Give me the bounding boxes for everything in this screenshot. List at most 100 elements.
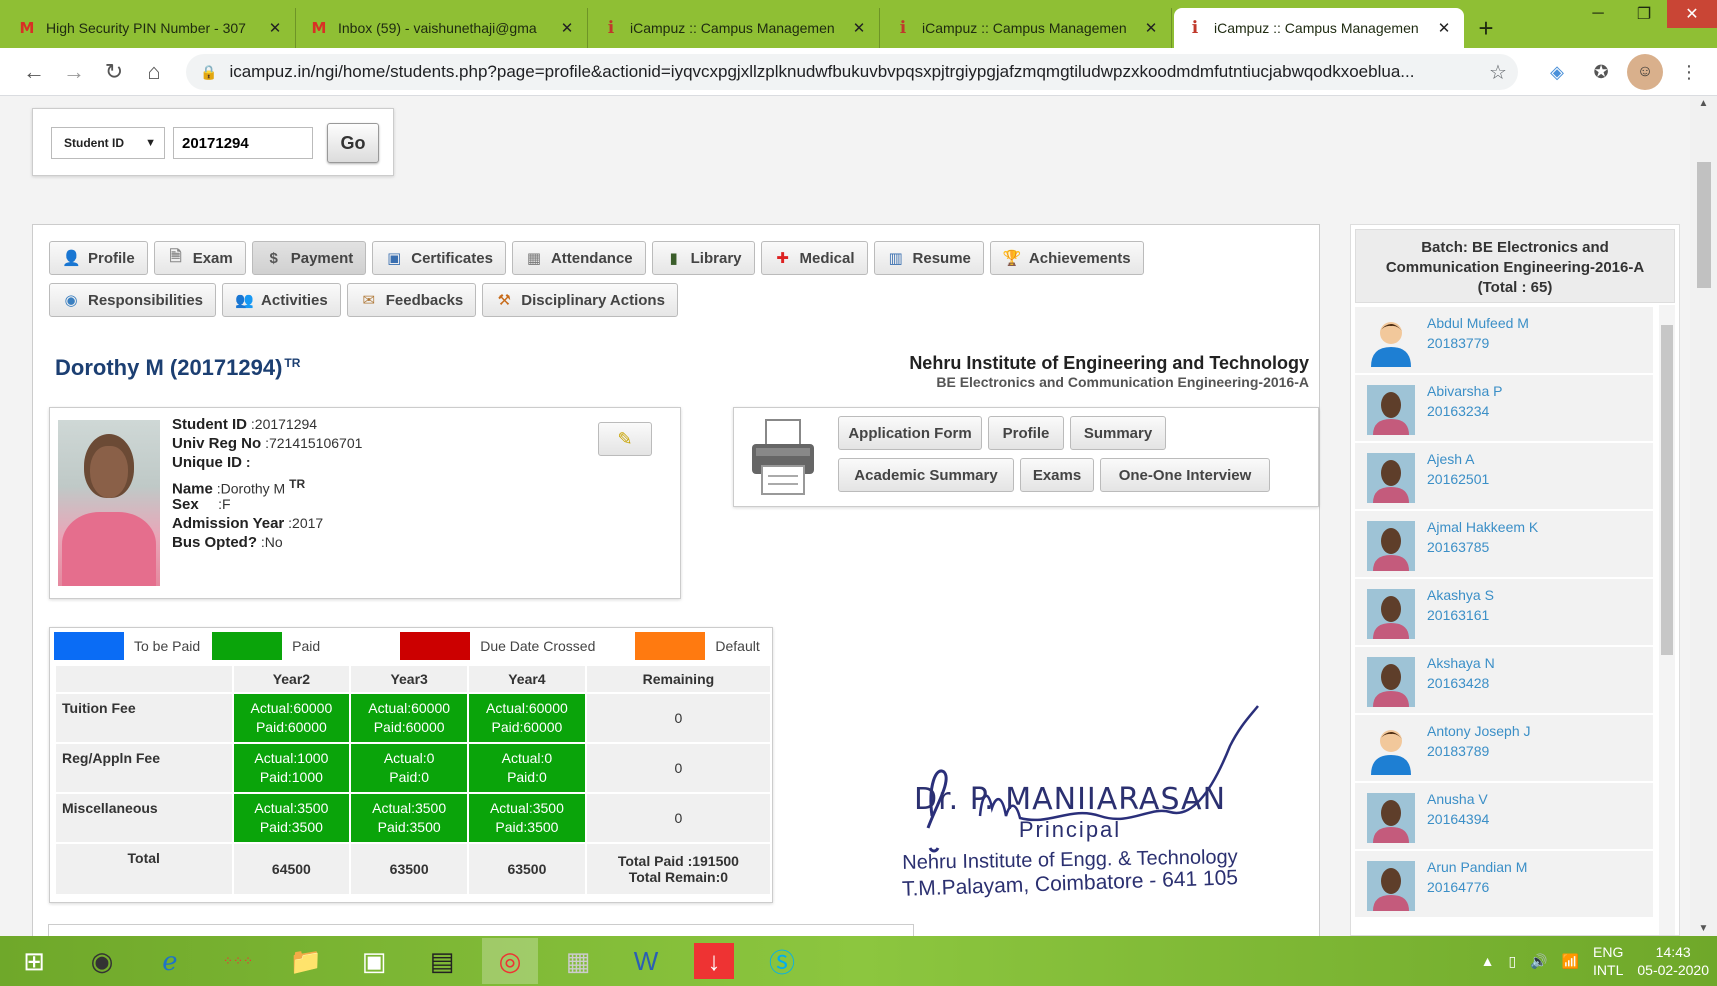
- browser-tab[interactable]: ℹ iCampuz :: Campus Managemen ✕: [590, 8, 880, 48]
- nav-responsibilities-button[interactable]: ◉ Responsibilities: [49, 283, 217, 317]
- print-profile-button[interactable]: Profile: [988, 416, 1064, 450]
- page-scrollbar[interactable]: ▲ ▼: [1690, 96, 1717, 936]
- student-id-link[interactable]: 20163234: [1427, 403, 1489, 419]
- list-item[interactable]: Abdul Mufeed M 20183779: [1355, 307, 1653, 375]
- word-icon[interactable]: W: [618, 938, 674, 984]
- medical-icon: ✚: [776, 250, 789, 267]
- scroll-thumb[interactable]: [1661, 325, 1673, 655]
- list-item[interactable]: Anusha V 20164394: [1355, 783, 1653, 851]
- student-id-link[interactable]: 20162501: [1427, 471, 1489, 487]
- scroll-up-icon[interactable]: ▲: [1690, 98, 1717, 109]
- windows-start-icon[interactable]: ⊞: [6, 938, 62, 984]
- back-arrow-icon[interactable]: ←: [14, 52, 54, 92]
- nav-activities-button[interactable]: 👥 Activities: [222, 283, 341, 317]
- list-item[interactable]: Ajesh A 20162501: [1355, 443, 1653, 511]
- list-item[interactable]: Abivarsha P 20163234: [1355, 375, 1653, 443]
- list-item[interactable]: Antony Joseph J 20183789: [1355, 715, 1653, 783]
- close-icon[interactable]: ✕: [1436, 19, 1452, 37]
- bookmark-star-icon[interactable]: ☆: [1478, 60, 1518, 85]
- nav-achievements-button[interactable]: 🏆 Achievements: [989, 241, 1144, 275]
- tray-expand-icon[interactable]: ▲: [1481, 953, 1495, 969]
- control-panel-icon[interactable]: ▤: [414, 938, 470, 984]
- nav-disciplinary-actions-button[interactable]: ⚒ Disciplinary Actions: [482, 283, 678, 317]
- store-icon[interactable]: ▣: [346, 938, 402, 984]
- nav-feedbacks-button[interactable]: ✉ Feedbacks: [346, 283, 477, 317]
- nav-library-button[interactable]: ▮ Library: [651, 241, 755, 275]
- internet-explorer-icon[interactable]: ℯ: [142, 938, 198, 984]
- application-form-button[interactable]: Application Form: [838, 416, 982, 450]
- summary-button[interactable]: Summary: [1070, 416, 1166, 450]
- student-name-link[interactable]: Anusha V: [1427, 791, 1488, 807]
- address-bar[interactable]: 🔒 icampuz.in/ngi/home/students.php?page=…: [186, 54, 1518, 90]
- new-tab-button[interactable]: +: [1466, 8, 1506, 48]
- calculator-icon[interactable]: ▦: [550, 938, 606, 984]
- browser-tab[interactable]: M High Security PIN Number - 307 ✕: [6, 8, 296, 48]
- nav-resume-button[interactable]: ▥ Resume: [873, 241, 984, 275]
- list-scrollbar[interactable]: [1659, 305, 1675, 935]
- student-name-link[interactable]: Akashya S: [1427, 587, 1494, 603]
- student-id-link[interactable]: 20163161: [1427, 607, 1489, 623]
- academic-summary-button[interactable]: Academic Summary: [838, 458, 1014, 492]
- close-icon[interactable]: ✕: [267, 19, 283, 37]
- student-id-link[interactable]: 20183789: [1427, 743, 1489, 759]
- student-name-link[interactable]: Ajesh A: [1427, 451, 1474, 467]
- go-button[interactable]: Go: [327, 123, 379, 163]
- one-one-interview-button[interactable]: One-One Interview: [1100, 458, 1270, 492]
- id-type-select[interactable]: Student ID ▼: [51, 127, 165, 159]
- menu-icon[interactable]: ⋮: [1671, 54, 1707, 90]
- reload-icon[interactable]: ↻: [94, 52, 134, 92]
- close-icon[interactable]: ✕: [851, 19, 867, 37]
- student-name-link[interactable]: Akshaya N: [1427, 655, 1495, 671]
- camera-app-icon[interactable]: ◉: [74, 938, 130, 984]
- list-item[interactable]: Akashya S 20163161: [1355, 579, 1653, 647]
- home-icon[interactable]: ⌂: [134, 52, 174, 92]
- list-item[interactable]: Arun Pandian M 20164776: [1355, 851, 1653, 919]
- nav-exam-button[interactable]: 🗎 Exam: [153, 241, 246, 275]
- extension-icon[interactable]: ✪: [1583, 54, 1619, 90]
- student-name-link[interactable]: Arun Pandian M: [1427, 859, 1527, 875]
- nav-profile-button[interactable]: 👤 Profile: [49, 241, 148, 275]
- browser-tab[interactable]: ℹ iCampuz :: Campus Managemen ✕: [882, 8, 1172, 48]
- network-icon[interactable]: 📶: [1562, 953, 1579, 970]
- minimize-icon[interactable]: ─: [1575, 0, 1621, 28]
- close-icon[interactable]: ✕: [559, 19, 575, 37]
- restore-icon[interactable]: ❐: [1621, 0, 1667, 28]
- nav-attendance-button[interactable]: ▦ Attendance: [511, 241, 646, 275]
- student-name-link[interactable]: Abivarsha P: [1427, 383, 1502, 399]
- chrome-icon[interactable]: ◎: [482, 938, 538, 984]
- app-icon[interactable]: ⁘⁘⁘: [210, 938, 266, 984]
- feedback-icon: ✉: [362, 292, 376, 309]
- student-id-input[interactable]: [173, 127, 313, 159]
- file-explorer-icon[interactable]: 📁: [278, 938, 334, 984]
- student-name-link[interactable]: Ajmal Hakkeem K: [1427, 519, 1538, 535]
- student-id-link[interactable]: 20164394: [1427, 811, 1489, 827]
- student-id-link[interactable]: 20163428: [1427, 675, 1489, 691]
- download-app-icon[interactable]: ↓: [694, 943, 734, 979]
- browser-tab-active[interactable]: ℹ iCampuz :: Campus Managemen ✕: [1174, 8, 1464, 48]
- nav-medical-button[interactable]: ✚ Medical: [760, 241, 868, 275]
- forward-arrow-icon[interactable]: →: [54, 52, 94, 92]
- list-item[interactable]: Akshaya N 20163428: [1355, 647, 1653, 715]
- student-name-link[interactable]: Antony Joseph J: [1427, 723, 1531, 739]
- extension-icon[interactable]: ◈: [1539, 54, 1575, 90]
- volume-icon[interactable]: 🔊: [1530, 953, 1547, 970]
- window-close-icon[interactable]: ✕: [1667, 0, 1717, 28]
- scroll-down-icon[interactable]: ▼: [1690, 923, 1717, 934]
- battery-icon[interactable]: ▯: [1508, 953, 1516, 970]
- list-item[interactable]: Ajmal Hakkeem K 20163785: [1355, 511, 1653, 579]
- scroll-thumb[interactable]: [1697, 162, 1711, 288]
- student-id-link[interactable]: 20183779: [1427, 335, 1489, 351]
- browser-tab[interactable]: M Inbox (59) - vaishunethaji@gma ✕: [298, 8, 588, 48]
- profile-avatar[interactable]: ☺: [1627, 54, 1663, 90]
- nav-certificates-button[interactable]: ▣ Certificates: [372, 241, 506, 275]
- exams-button[interactable]: Exams: [1020, 458, 1094, 492]
- student-id-link[interactable]: 20163785: [1427, 539, 1489, 555]
- student-name-link[interactable]: Abdul Mufeed M: [1427, 315, 1529, 331]
- edit-button[interactable]: ✎: [598, 422, 652, 456]
- clock[interactable]: 14:43 05-02-2020: [1637, 943, 1709, 979]
- student-id-link[interactable]: 20164776: [1427, 879, 1489, 895]
- nav-payment-button[interactable]: $ Payment: [251, 241, 367, 275]
- skype-icon[interactable]: Ⓢ: [754, 938, 810, 984]
- language-indicator[interactable]: ENG INTL: [1593, 943, 1623, 979]
- close-icon[interactable]: ✕: [1143, 19, 1159, 37]
